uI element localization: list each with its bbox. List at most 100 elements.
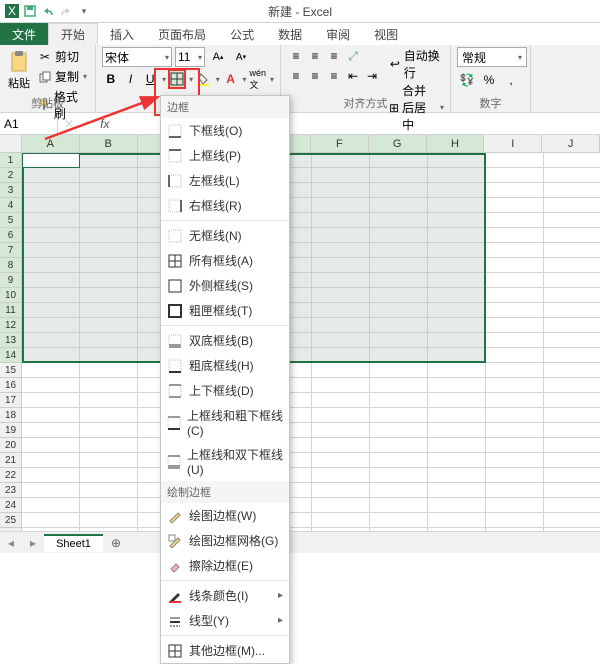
- italic-button[interactable]: I: [122, 69, 140, 89]
- cell[interactable]: [370, 288, 428, 303]
- number-format-combo[interactable]: 常规▾: [457, 47, 527, 67]
- column-header[interactable]: H: [427, 135, 485, 153]
- cell[interactable]: [428, 408, 486, 423]
- cell[interactable]: [486, 318, 544, 333]
- row-header[interactable]: 7: [0, 243, 22, 258]
- currency-icon[interactable]: 💱: [457, 70, 477, 90]
- save-icon[interactable]: [22, 3, 38, 19]
- cell[interactable]: [312, 213, 370, 228]
- row-header[interactable]: 10: [0, 288, 22, 303]
- cell[interactable]: [544, 408, 600, 423]
- row-header[interactable]: 20: [0, 438, 22, 453]
- cell[interactable]: [370, 393, 428, 408]
- cell[interactable]: [428, 303, 486, 318]
- cell[interactable]: [312, 513, 370, 528]
- cell[interactable]: [22, 393, 80, 408]
- shrink-font-icon[interactable]: A▾: [231, 47, 251, 67]
- tab-file[interactable]: 文件: [0, 23, 48, 45]
- cell[interactable]: [80, 333, 138, 348]
- cell[interactable]: [22, 468, 80, 483]
- cell[interactable]: [80, 393, 138, 408]
- cell[interactable]: [428, 363, 486, 378]
- paste-button[interactable]: 粘贴: [6, 47, 32, 123]
- cell[interactable]: [312, 468, 370, 483]
- cell[interactable]: [22, 243, 80, 258]
- row-header[interactable]: 15: [0, 363, 22, 378]
- cell[interactable]: [486, 153, 544, 168]
- cell[interactable]: [486, 423, 544, 438]
- row-header[interactable]: 11: [0, 303, 22, 318]
- cell[interactable]: [22, 228, 80, 243]
- border-option-right[interactable]: 右框线(R): [161, 193, 289, 218]
- cell[interactable]: [370, 468, 428, 483]
- cell[interactable]: [80, 408, 138, 423]
- column-header[interactable]: J: [542, 135, 600, 153]
- cell[interactable]: [312, 228, 370, 243]
- cell[interactable]: [428, 213, 486, 228]
- cancel-formula-icon[interactable]: ✕: [64, 117, 74, 131]
- align-left-icon[interactable]: ≡: [287, 67, 305, 85]
- border-option-tthkb[interactable]: 上框线和粗下框线(C): [161, 403, 289, 442]
- cell[interactable]: [428, 228, 486, 243]
- cell[interactable]: [80, 258, 138, 273]
- row-header[interactable]: 13: [0, 333, 22, 348]
- cell[interactable]: [22, 378, 80, 393]
- row-header[interactable]: 24: [0, 498, 22, 513]
- cell[interactable]: [22, 363, 80, 378]
- cell[interactable]: [312, 198, 370, 213]
- cell[interactable]: [80, 168, 138, 183]
- cell[interactable]: [312, 183, 370, 198]
- cell[interactable]: [544, 168, 600, 183]
- phonetic-button[interactable]: wén文: [249, 69, 268, 89]
- cell[interactable]: [22, 408, 80, 423]
- underline-button[interactable]: U: [141, 69, 159, 89]
- cell[interactable]: [428, 438, 486, 453]
- cell[interactable]: [486, 408, 544, 423]
- cell[interactable]: [312, 348, 370, 363]
- bold-button[interactable]: B: [102, 69, 120, 89]
- row-header[interactable]: 14: [0, 348, 22, 363]
- cell[interactable]: [428, 498, 486, 513]
- border-option-erase[interactable]: 擦除边框(E): [161, 553, 289, 578]
- percent-icon[interactable]: %: [479, 70, 499, 90]
- cell[interactable]: [22, 273, 80, 288]
- redo-icon[interactable]: [58, 3, 74, 19]
- cell[interactable]: [486, 468, 544, 483]
- row-header[interactable]: 18: [0, 408, 22, 423]
- cell[interactable]: [312, 453, 370, 468]
- cell[interactable]: [312, 438, 370, 453]
- border-option-draw[interactable]: 绘图边框(W): [161, 503, 289, 528]
- cell[interactable]: [370, 303, 428, 318]
- cell[interactable]: [544, 243, 600, 258]
- cell[interactable]: [428, 453, 486, 468]
- cell[interactable]: [486, 168, 544, 183]
- cell[interactable]: [312, 153, 370, 168]
- font-color-button[interactable]: A: [222, 69, 240, 89]
- cell[interactable]: [22, 258, 80, 273]
- row-header[interactable]: 2: [0, 168, 22, 183]
- cell[interactable]: [312, 288, 370, 303]
- cell[interactable]: [312, 393, 370, 408]
- cell[interactable]: [22, 183, 80, 198]
- cut-button[interactable]: ✂剪切: [36, 47, 89, 66]
- cell[interactable]: [80, 153, 138, 168]
- cell[interactable]: [80, 483, 138, 498]
- orientation-icon[interactable]: ⤢: [344, 47, 362, 65]
- cell[interactable]: [312, 318, 370, 333]
- cell[interactable]: [80, 183, 138, 198]
- cell[interactable]: [22, 423, 80, 438]
- select-all-corner[interactable]: [0, 135, 22, 153]
- grow-font-icon[interactable]: A▴: [208, 47, 228, 67]
- cell[interactable]: [428, 468, 486, 483]
- cell[interactable]: [22, 483, 80, 498]
- cell[interactable]: [312, 423, 370, 438]
- cell[interactable]: [80, 318, 138, 333]
- align-top-icon[interactable]: ≡: [287, 47, 305, 65]
- comma-icon[interactable]: ,: [501, 70, 521, 90]
- tab-data[interactable]: 数据: [266, 23, 314, 45]
- row-header[interactable]: 6: [0, 228, 22, 243]
- row-header[interactable]: 23: [0, 483, 22, 498]
- cell[interactable]: [80, 348, 138, 363]
- cell[interactable]: [544, 393, 600, 408]
- border-option-outer[interactable]: 外侧框线(S): [161, 273, 289, 298]
